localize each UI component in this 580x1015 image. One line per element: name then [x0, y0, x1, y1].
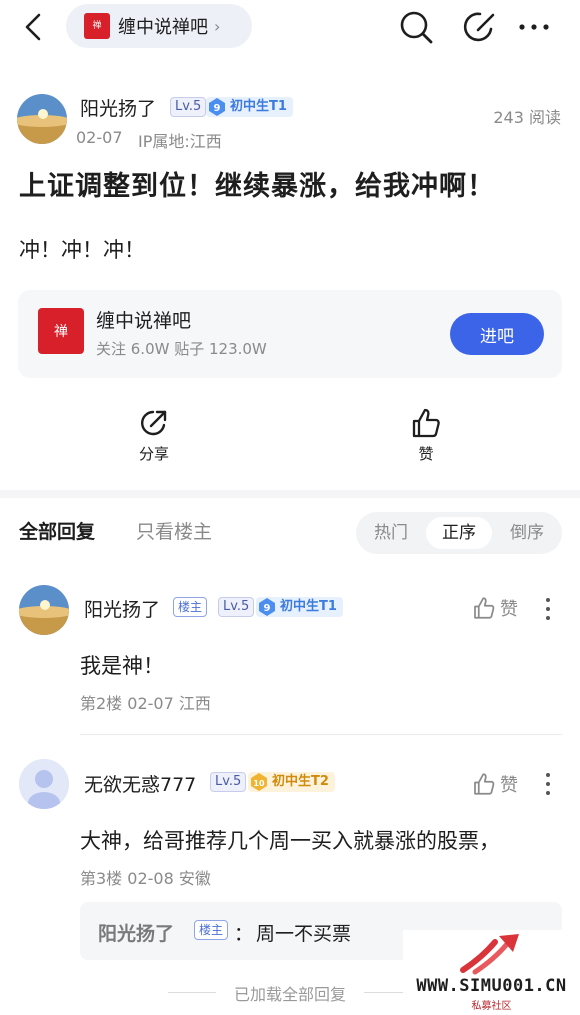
- commenter-avatar[interactable]: [19, 585, 69, 635]
- comment-like-button[interactable]: 赞: [472, 595, 518, 621]
- post-date: 02-07: [76, 128, 123, 147]
- diamond-icon: 9: [259, 598, 275, 616]
- share-label: 分享: [138, 445, 169, 463]
- tab-owner-only[interactable]: 只看楼主: [136, 517, 212, 544]
- watermark-subtitle: 私募社区: [471, 1001, 512, 1012]
- reply-text: 周一不买票: [256, 923, 352, 945]
- owner-tag: 楼主: [173, 597, 208, 617]
- more-vertical-icon[interactable]: [545, 597, 551, 621]
- sort-descending[interactable]: 倒序: [494, 517, 560, 549]
- title-badge: 10 初中生T2: [248, 772, 335, 792]
- sort-switcher: 热门 正序 倒序: [356, 512, 562, 554]
- author-avatar[interactable]: [17, 94, 67, 144]
- forum-logo-icon: 禅: [38, 308, 84, 354]
- commenter-name[interactable]: 无欲无惑777: [84, 770, 196, 797]
- diamond-icon: 10: [251, 773, 267, 791]
- comment-text: 大神，给哥推荐几个周一买入就暴涨的股票，: [80, 829, 500, 853]
- comment-meta: 第2楼 02-07 江西: [80, 694, 211, 713]
- commenter-name[interactable]: 阳光扬了: [84, 595, 160, 622]
- forum-pill-name: 缠中说禅吧: [118, 17, 208, 38]
- like-label: 赞: [418, 445, 434, 463]
- commenter-avatar[interactable]: [19, 759, 69, 809]
- reply-colon: ：: [234, 923, 254, 945]
- comment-meta: 第3楼 02-08 安徽: [80, 869, 211, 888]
- svg-text:9: 9: [214, 103, 221, 114]
- edit-icon[interactable]: [463, 9, 499, 45]
- forum-card-name: 缠中说禅吧: [96, 310, 192, 332]
- like-label: 赞: [500, 599, 518, 620]
- share-icon: [141, 410, 167, 436]
- svg-text:10: 10: [253, 779, 265, 788]
- tab-all-replies[interactable]: 全部回复: [19, 517, 95, 544]
- like-button[interactable]: 赞: [396, 407, 456, 464]
- forum-logo-icon: 禅: [84, 13, 110, 39]
- watermark-url: WWW.SIMU001.CN: [416, 976, 567, 996]
- title-badge: 9 初中生T1: [256, 597, 343, 617]
- thumbs-up-icon: [474, 597, 495, 619]
- comment-text: 我是神！: [80, 654, 164, 678]
- owner-tag: 楼主: [194, 920, 229, 940]
- title-badge-label: 初中生T1: [230, 99, 287, 114]
- diamond-icon: 9: [209, 98, 225, 116]
- author-name[interactable]: 阳光扬了: [80, 94, 156, 121]
- svg-text:9: 9: [264, 603, 271, 614]
- forum-pill-button[interactable]: 禅 缠中说禅吧 ›: [66, 4, 252, 48]
- watermark-logo-icon: [460, 934, 519, 975]
- section-divider: [0, 490, 580, 498]
- share-button[interactable]: 分享: [124, 407, 184, 464]
- more-icon[interactable]: [516, 9, 552, 45]
- sort-hot[interactable]: 热门: [358, 517, 424, 549]
- forum-card[interactable]: 禅 缠中说禅吧 关注 6.0W 贴子 123.0W 进吧: [18, 290, 562, 378]
- thumbs-up-icon: [412, 408, 440, 438]
- reply-author[interactable]: 阳光扬了: [98, 919, 174, 946]
- level-badge: Lv.5: [218, 597, 255, 617]
- post-title: 上证调整到位！继续暴涨，给我冲啊！: [19, 171, 495, 202]
- search-icon[interactable]: [398, 9, 434, 45]
- watermark: WWW.SIMU001.CN 私募社区: [403, 930, 580, 1015]
- more-vertical-icon[interactable]: [545, 772, 551, 796]
- title-badge-label: 初中生T1: [280, 599, 337, 614]
- top-bar: 禅 缠中说禅吧 ›: [0, 0, 580, 58]
- chevron-right-icon: ›: [214, 16, 221, 36]
- level-badge: Lv.5: [170, 97, 207, 117]
- forum-card-stats: 关注 6.0W 贴子 123.0W: [96, 340, 267, 358]
- title-badge-label: 初中生T2: [272, 774, 329, 789]
- thumbs-up-icon: [474, 773, 495, 795]
- comment-divider: [80, 734, 562, 735]
- post-ip: IP属地:江西: [138, 132, 222, 151]
- level-badge: Lv.5: [210, 772, 247, 792]
- like-label: 赞: [500, 775, 518, 796]
- comment-like-button[interactable]: 赞: [472, 771, 518, 797]
- read-count: 243 阅读: [493, 108, 561, 127]
- enter-forum-button[interactable]: 进吧: [450, 313, 544, 355]
- title-badge: 9 初中生T1: [206, 97, 293, 117]
- back-icon[interactable]: [18, 12, 48, 42]
- sort-ascending[interactable]: 正序: [426, 517, 492, 549]
- post-body: 冲！冲！冲！: [19, 238, 145, 262]
